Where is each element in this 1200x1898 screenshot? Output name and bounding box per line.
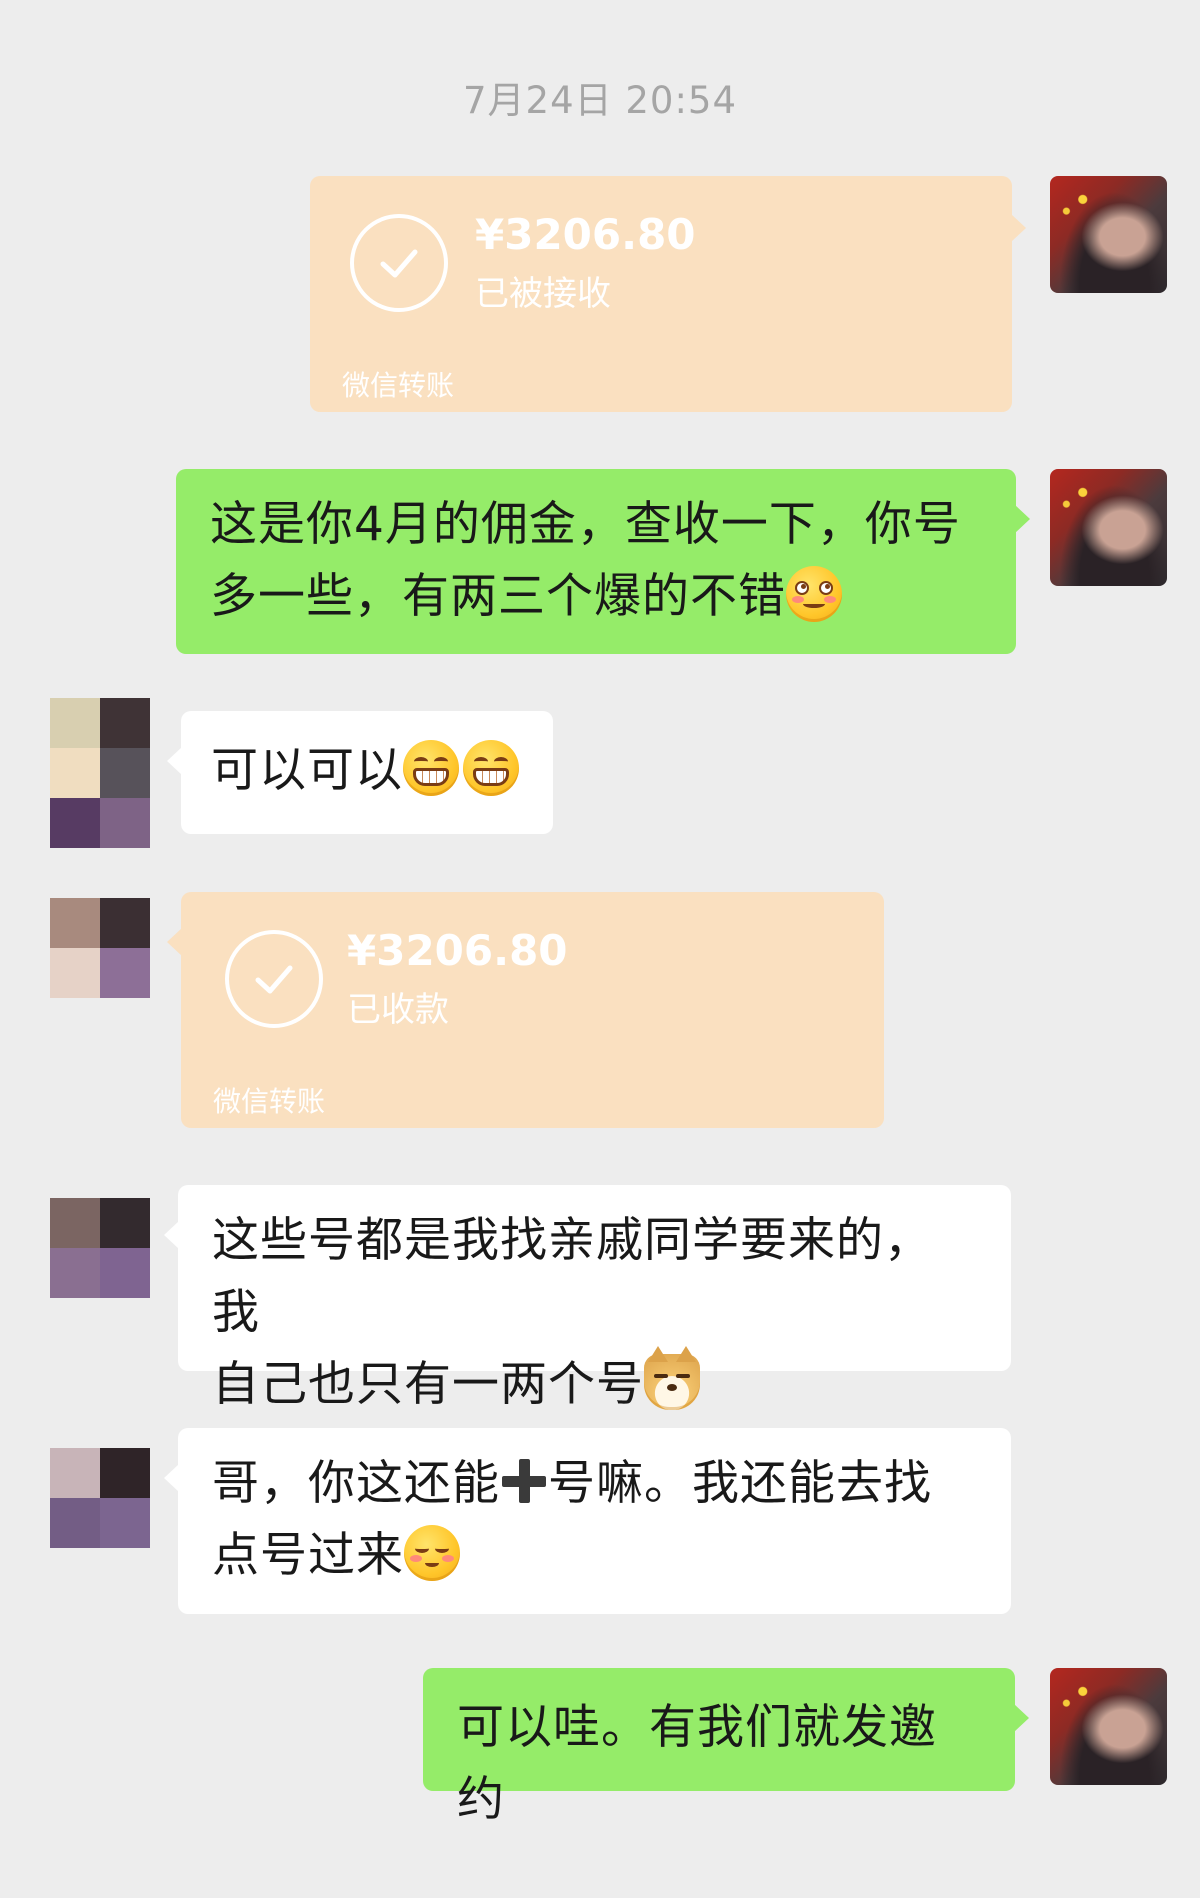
- transfer-brand-label: 微信转账: [213, 1085, 326, 1118]
- message-text: 这些号都是我找亲戚同学要来的，我: [212, 1213, 932, 1340]
- self-avatar[interactable]: [1050, 176, 1167, 293]
- self-avatar[interactable]: [1050, 469, 1167, 586]
- message-text: 多一些，有两三个爆的不错: [210, 569, 786, 624]
- transfer-card-sent[interactable]: ¥3206.80 已被接收 微信转账: [310, 176, 1026, 412]
- message-text: 号嘛。我还能去找: [548, 1456, 932, 1511]
- message-text: 哥，你这还能: [212, 1456, 500, 1511]
- transfer-brand-label: 微信转账: [342, 369, 455, 402]
- doge-emoji-icon: [644, 1346, 700, 1410]
- contact-avatar[interactable]: [50, 898, 150, 998]
- message-bubble-received[interactable]: 这些号都是我找亲戚同学要来的，我 自己也只有一两个号: [164, 1185, 1011, 1412]
- chat-timestamp: 7月24日 20:54: [462, 79, 737, 122]
- self-avatar[interactable]: [1050, 1668, 1167, 1785]
- message-bubble-received[interactable]: 可以可以: [167, 711, 553, 834]
- message-text: 可以可以: [211, 743, 403, 798]
- message-text: 这是你4月的佣金，查收一下，你号: [210, 497, 961, 552]
- message-bubble-sent[interactable]: 这是你4月的佣金，查收一下，你号 多一些，有两三个爆的不错: [176, 469, 1030, 654]
- message-text-line: 多一些，有两三个爆的不错: [210, 561, 982, 633]
- message-bubble-sent[interactable]: 可以哇。有我们就发邀约: [423, 1668, 1029, 1827]
- message-text-line: 点号过来: [212, 1520, 977, 1592]
- message-text: 可以哇。有我们就发邀约: [457, 1700, 937, 1827]
- check-circle-icon: [225, 930, 323, 1028]
- plus-icon: [500, 1457, 548, 1505]
- transfer-status: 已被接收: [475, 274, 611, 314]
- message-text: 点号过来: [212, 1528, 404, 1583]
- smirk-emoji-icon: [786, 566, 842, 622]
- grin-emoji-icon: [463, 740, 519, 796]
- contact-avatar[interactable]: [50, 1448, 150, 1548]
- transfer-amount: ¥3206.80: [475, 210, 696, 259]
- transfer-amount: ¥3206.80: [347, 926, 568, 975]
- message-bubble-received[interactable]: 哥，你这还能 号嘛。我还能去找 点号过来: [164, 1428, 1011, 1614]
- shy-emoji-icon: [404, 1525, 460, 1581]
- message-text: 自己也只有一两个号: [212, 1357, 644, 1412]
- transfer-status: 已收款: [347, 990, 449, 1030]
- contact-avatar[interactable]: [50, 1198, 150, 1298]
- message-text-line: 自己也只有一两个号: [212, 1346, 977, 1421]
- transfer-card-received[interactable]: ¥3206.80 已收款 微信转账: [167, 892, 884, 1128]
- grin-emoji-icon: [403, 740, 459, 796]
- message-text-line: 哥，你这还能 号嘛。我还能去找: [212, 1448, 977, 1520]
- check-circle-icon: [350, 214, 448, 312]
- contact-avatar[interactable]: [50, 698, 150, 848]
